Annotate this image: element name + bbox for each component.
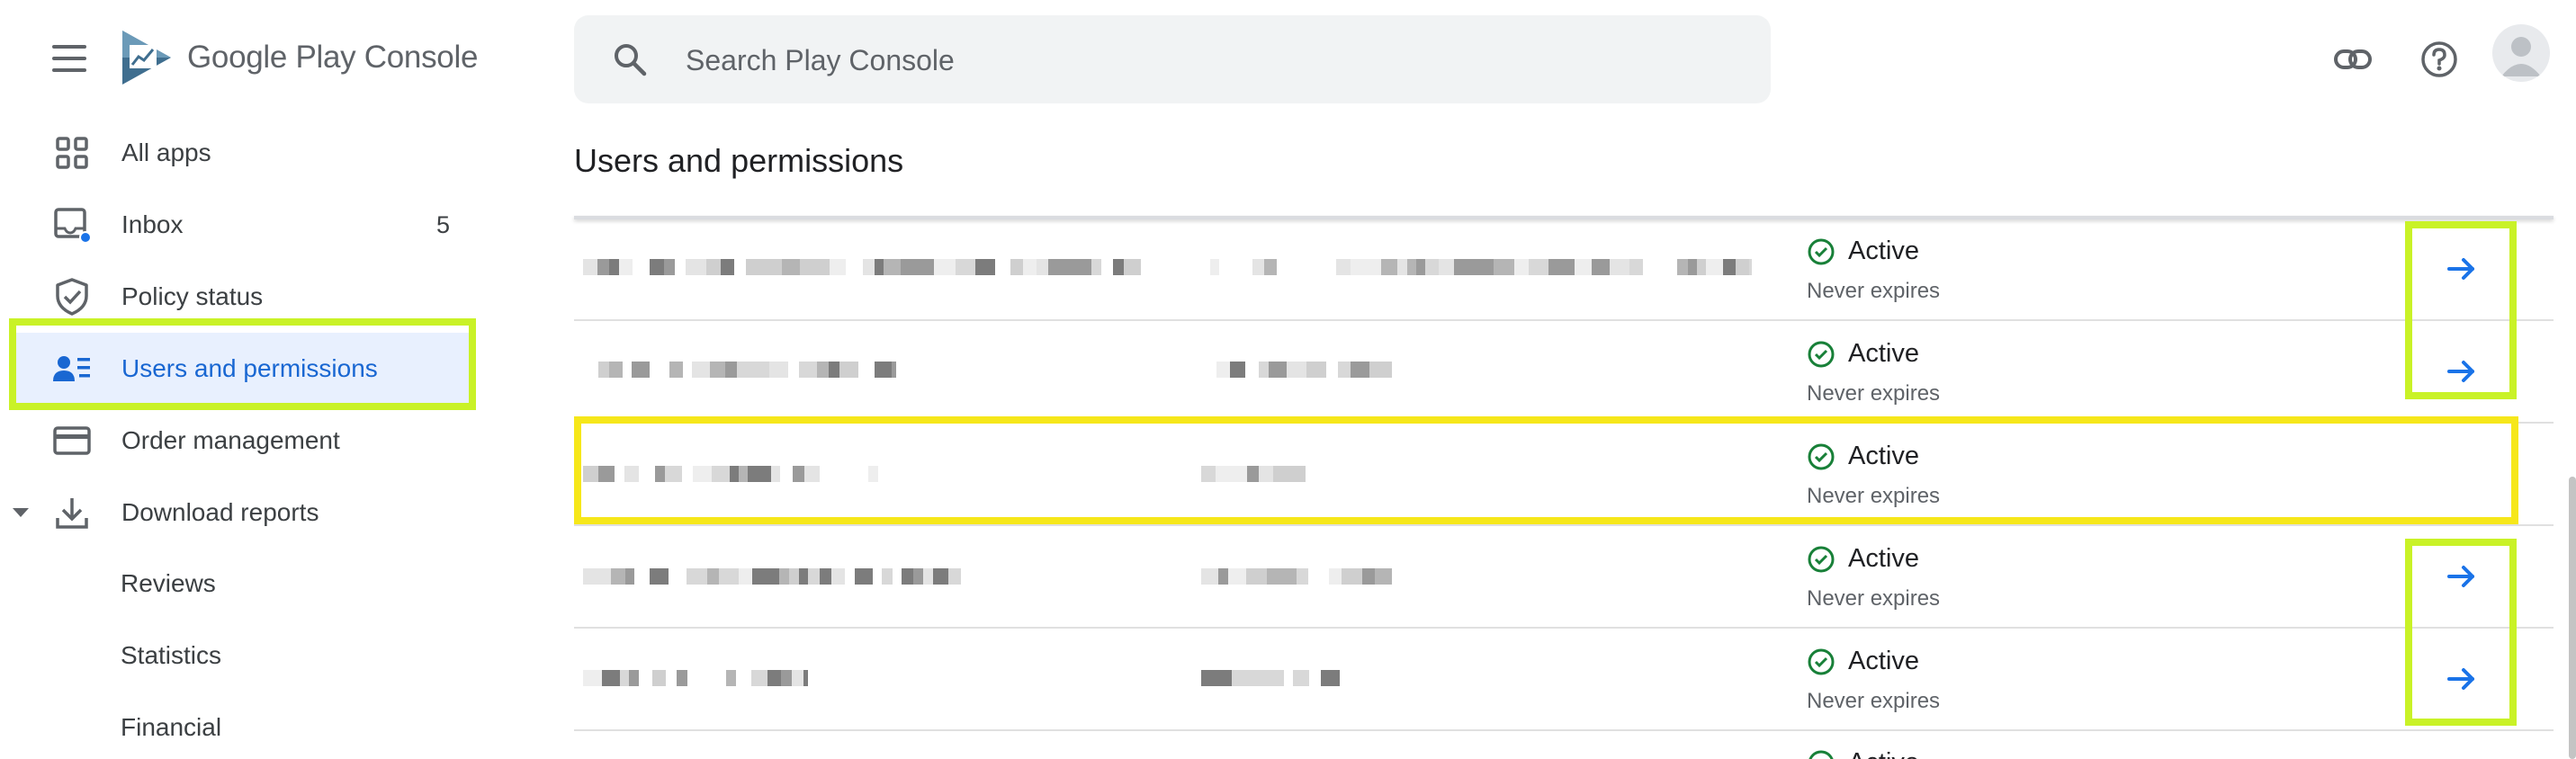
- sidebar-item-label: Policy status: [121, 282, 264, 310]
- play-console-logo: [122, 31, 171, 85]
- expiry-label: Never expires: [1807, 689, 1941, 713]
- expiry-label: Never expires: [1807, 381, 1941, 406]
- chevron-down-icon[interactable]: [13, 508, 29, 517]
- highlight-annotation: [2405, 539, 2517, 726]
- check-circle-icon: [1808, 341, 1835, 367]
- status-label: Active: [1848, 748, 1919, 759]
- credit-card-icon: [52, 421, 92, 460]
- redacted-name: [1201, 362, 1392, 378]
- shield-icon: [52, 277, 92, 317]
- row-divider: [574, 319, 2554, 321]
- account-avatar-icon[interactable]: [2492, 24, 2550, 82]
- play-console-page: Google Play Console Search Play Console …: [0, 0, 2576, 759]
- status-cell: Active: [1807, 748, 1919, 759]
- table-top-divider: [574, 216, 2554, 219]
- sidebar-item-all-apps[interactable]: All apps: [16, 117, 471, 189]
- redacted-name: [1201, 670, 1356, 686]
- check-circle-icon: [1808, 648, 1835, 674]
- redacted-email: [583, 362, 896, 378]
- sidebar-subitem-reviews[interactable]: Reviews: [121, 569, 216, 598]
- check-circle-icon: [1809, 750, 1834, 759]
- expiry-label: Never expires: [1807, 279, 1941, 303]
- redacted-name: [1201, 568, 1392, 585]
- row-divider: [574, 627, 2554, 629]
- redacted-email: [583, 670, 808, 686]
- status-label: Active: [1848, 647, 1919, 675]
- sidebar-item-download-reports[interactable]: Download reports: [13, 477, 471, 549]
- status-cell: Active: [1807, 237, 1919, 266]
- check-circle-icon: [1808, 238, 1835, 264]
- scrollbar[interactable]: [2569, 477, 2576, 759]
- sidebar-item-label: Download reports: [121, 498, 319, 526]
- inbox-count-badge: 5: [435, 210, 450, 238]
- sidebar-item-inbox[interactable]: Inbox 5: [16, 189, 471, 261]
- sidebar-subitem-statistics[interactable]: Statistics: [121, 641, 221, 670]
- highlight-annotation: [2405, 221, 2517, 399]
- search-icon: [615, 44, 647, 76]
- menu-icon[interactable]: [52, 45, 86, 72]
- status-cell: Active: [1807, 339, 1919, 369]
- status-label: Active: [1848, 237, 1919, 265]
- highlight-annotation: [9, 318, 476, 410]
- check-circle-icon: [1808, 546, 1835, 572]
- download-icon: [52, 493, 92, 532]
- status-cell: Active: [1807, 544, 1919, 574]
- grid-icon: [52, 133, 92, 173]
- inbox-icon: [52, 205, 92, 245]
- search-bar[interactable]: [574, 15, 1771, 103]
- status-label: Active: [1848, 544, 1919, 573]
- expiry-label: Never expires: [1807, 586, 1941, 611]
- row-divider: [574, 524, 2554, 526]
- link-icon[interactable]: [2328, 34, 2378, 85]
- sidebar-item-order-management[interactable]: Order management: [16, 405, 471, 477]
- brand[interactable]: Google Play Console: [121, 27, 478, 88]
- status-label: Active: [1848, 339, 1919, 368]
- highlight-annotation: [574, 416, 2518, 524]
- help-icon[interactable]: [2414, 34, 2464, 85]
- sidebar-item-label: All apps: [121, 138, 211, 166]
- sidebar-item-label: Inbox: [121, 210, 184, 238]
- row-divider: [574, 729, 2554, 731]
- redacted-email: [583, 259, 1152, 275]
- sidebar-item-label: Order management: [121, 426, 340, 454]
- redacted-email: [583, 568, 961, 585]
- status-cell: Active: [1807, 647, 1919, 676]
- brand-name: Google Play Console: [187, 40, 479, 75]
- search-input[interactable]: [686, 39, 1720, 82]
- redacted-name: [1201, 259, 1752, 275]
- page-title: Users and permissions: [574, 142, 904, 179]
- sidebar-subitem-financial[interactable]: Financial: [121, 713, 221, 742]
